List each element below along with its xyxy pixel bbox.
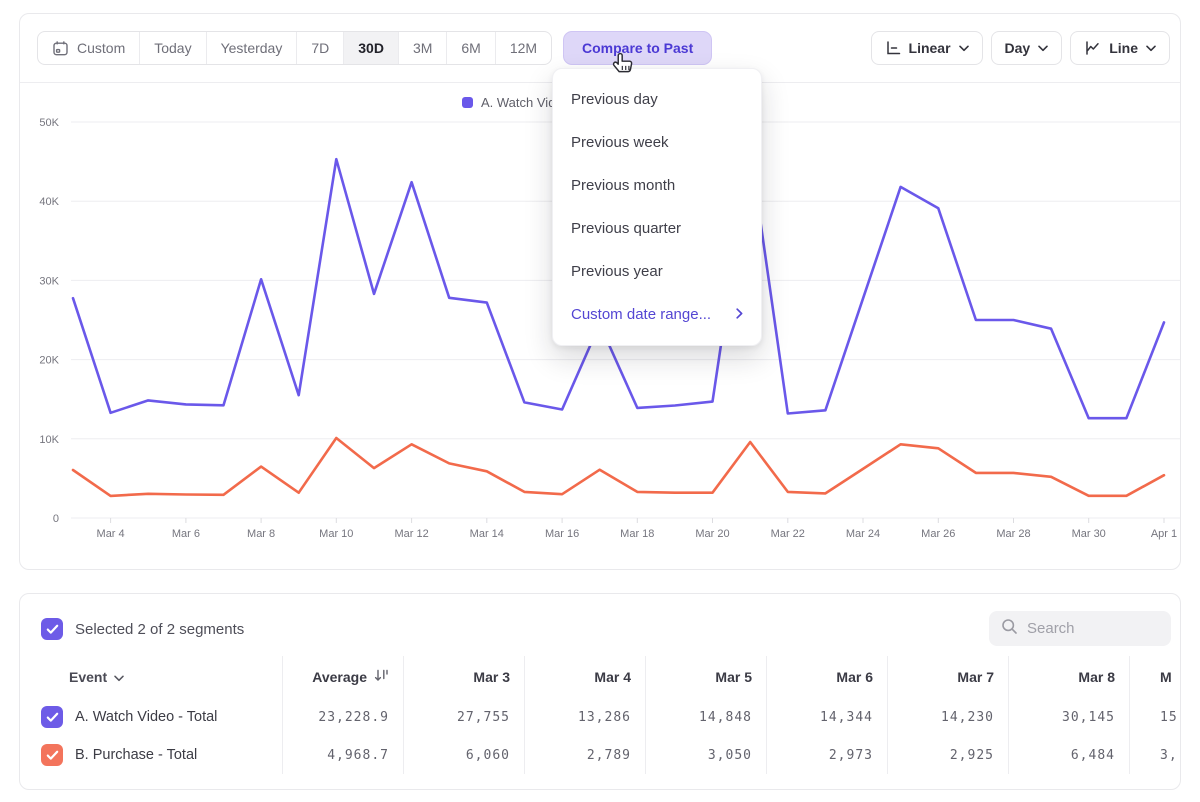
row-b-label: B. Purchase - Total bbox=[75, 747, 197, 763]
date-column-header: Mar 4 bbox=[524, 656, 645, 698]
menu-item-previous-quarter[interactable]: Previous quarter bbox=[553, 207, 761, 250]
svg-text:0: 0 bbox=[53, 513, 59, 525]
date-column-header: Mar 5 bbox=[645, 656, 766, 698]
search-icon bbox=[1001, 618, 1018, 640]
range-3m[interactable]: 3M bbox=[399, 32, 447, 64]
table-cell-clipped: 3, bbox=[1129, 736, 1181, 774]
svg-text:50K: 50K bbox=[39, 117, 59, 129]
compare-to-past-button[interactable]: Compare to Past bbox=[563, 31, 712, 65]
table-cell: 14,344 bbox=[766, 698, 887, 736]
average-column-header[interactable]: Average bbox=[282, 656, 403, 698]
legend-marker-a bbox=[462, 97, 473, 108]
row-a-checkbox[interactable] bbox=[41, 706, 63, 728]
row-a-average: 23,228.9 bbox=[282, 698, 403, 736]
table-cell: 2,973 bbox=[766, 736, 887, 774]
table-cell: 2,789 bbox=[524, 736, 645, 774]
svg-text:Mar 28: Mar 28 bbox=[996, 528, 1030, 540]
chevron-down-icon bbox=[1146, 45, 1156, 52]
svg-text:20K: 20K bbox=[39, 355, 59, 367]
table-cell: 3,050 bbox=[645, 736, 766, 774]
chevron-down-icon bbox=[959, 45, 969, 52]
svg-text:Mar 26: Mar 26 bbox=[921, 528, 955, 540]
event-column-header[interactable]: Event bbox=[20, 656, 282, 698]
table-cell-clipped: 15, bbox=[1129, 698, 1181, 736]
range-12m[interactable]: 12M bbox=[496, 32, 551, 64]
svg-text:40K: 40K bbox=[39, 196, 59, 208]
range-yesterday[interactable]: Yesterday bbox=[207, 32, 298, 64]
table-cell: 13,286 bbox=[524, 698, 645, 736]
line-chart-icon bbox=[1084, 40, 1101, 56]
svg-text:Mar 14: Mar 14 bbox=[470, 528, 504, 540]
select-all-checkbox[interactable] bbox=[41, 618, 63, 640]
table-cell: 30,145 bbox=[1008, 698, 1129, 736]
analytics-dashboard: Custom Today Yesterday 7D 30D 3M 6M 12M … bbox=[0, 0, 1200, 802]
svg-text:Mar 4: Mar 4 bbox=[97, 528, 125, 540]
table-row-a-event: A. Watch Video - Total bbox=[20, 698, 282, 736]
svg-text:Mar 10: Mar 10 bbox=[319, 528, 353, 540]
table-cell: 6,060 bbox=[403, 736, 524, 774]
range-custom[interactable]: Custom bbox=[38, 32, 140, 64]
row-b-checkbox[interactable] bbox=[41, 744, 63, 766]
svg-text:Mar 18: Mar 18 bbox=[620, 528, 654, 540]
segments-table: Event Average Mar 3 Mar 4 Mar 5 Mar 6 Ma… bbox=[20, 656, 1181, 774]
svg-text:Mar 30: Mar 30 bbox=[1072, 528, 1106, 540]
search-box bbox=[989, 611, 1171, 646]
table-cell: 14,230 bbox=[887, 698, 1008, 736]
menu-item-previous-week[interactable]: Previous week bbox=[553, 121, 761, 164]
compare-to-past-menu: Previous day Previous week Previous mont… bbox=[552, 68, 762, 346]
chart-type-dropdown[interactable]: Line bbox=[1070, 31, 1170, 65]
menu-item-custom-date-range[interactable]: Custom date range... bbox=[553, 293, 761, 336]
date-range-group: Custom Today Yesterday 7D 30D 3M 6M 12M bbox=[37, 31, 552, 65]
segments-header: Selected 2 of 2 segments bbox=[41, 618, 244, 640]
menu-item-previous-day[interactable]: Previous day bbox=[553, 78, 761, 121]
date-column-header: Mar 7 bbox=[887, 656, 1008, 698]
svg-text:30K: 30K bbox=[39, 275, 59, 287]
svg-text:Mar 8: Mar 8 bbox=[247, 528, 275, 540]
date-column-header: Mar 6 bbox=[766, 656, 887, 698]
range-6m[interactable]: 6M bbox=[447, 32, 495, 64]
row-b-average: 4,968.7 bbox=[282, 736, 403, 774]
row-a-label: A. Watch Video - Total bbox=[75, 709, 217, 725]
chevron-down-icon bbox=[114, 669, 124, 685]
svg-text:Mar 24: Mar 24 bbox=[846, 528, 880, 540]
date-column-header: Mar 8 bbox=[1008, 656, 1129, 698]
selected-count-label: Selected 2 of 2 segments bbox=[75, 621, 244, 638]
svg-text:Mar 16: Mar 16 bbox=[545, 528, 579, 540]
sort-descending-icon bbox=[374, 669, 389, 685]
table-cell: 27,755 bbox=[403, 698, 524, 736]
range-30d[interactable]: 30D bbox=[344, 32, 399, 64]
segments-card: Selected 2 of 2 segments Event Average bbox=[19, 593, 1181, 790]
table-row-b-event: B. Purchase - Total bbox=[20, 736, 282, 774]
table-cell: 2,925 bbox=[887, 736, 1008, 774]
table-cell: 6,484 bbox=[1008, 736, 1129, 774]
chevron-right-icon bbox=[736, 306, 743, 323]
chevron-down-icon bbox=[1038, 45, 1048, 52]
svg-text:10K: 10K bbox=[39, 434, 59, 446]
scale-dropdown[interactable]: Linear bbox=[871, 31, 983, 65]
menu-item-previous-month[interactable]: Previous month bbox=[553, 164, 761, 207]
range-custom-label: Custom bbox=[77, 40, 125, 56]
table-cell: 14,848 bbox=[645, 698, 766, 736]
interval-dropdown[interactable]: Day bbox=[991, 31, 1063, 65]
calendar-icon bbox=[52, 40, 69, 57]
axis-scale-icon bbox=[885, 40, 901, 56]
date-column-header: Mar 3 bbox=[403, 656, 524, 698]
range-7d[interactable]: 7D bbox=[297, 32, 344, 64]
svg-text:Mar 12: Mar 12 bbox=[394, 528, 428, 540]
chart-view-buttons: Linear Day Line bbox=[871, 31, 1170, 65]
range-today[interactable]: Today bbox=[140, 32, 206, 64]
svg-text:Apr 1: Apr 1 bbox=[1151, 528, 1177, 540]
search-input[interactable] bbox=[1027, 620, 1157, 637]
svg-text:Mar 20: Mar 20 bbox=[695, 528, 729, 540]
svg-text:Mar 6: Mar 6 bbox=[172, 528, 200, 540]
date-column-header-clipped: M bbox=[1129, 656, 1181, 698]
svg-text:Mar 22: Mar 22 bbox=[771, 528, 805, 540]
menu-item-previous-year[interactable]: Previous year bbox=[553, 250, 761, 293]
